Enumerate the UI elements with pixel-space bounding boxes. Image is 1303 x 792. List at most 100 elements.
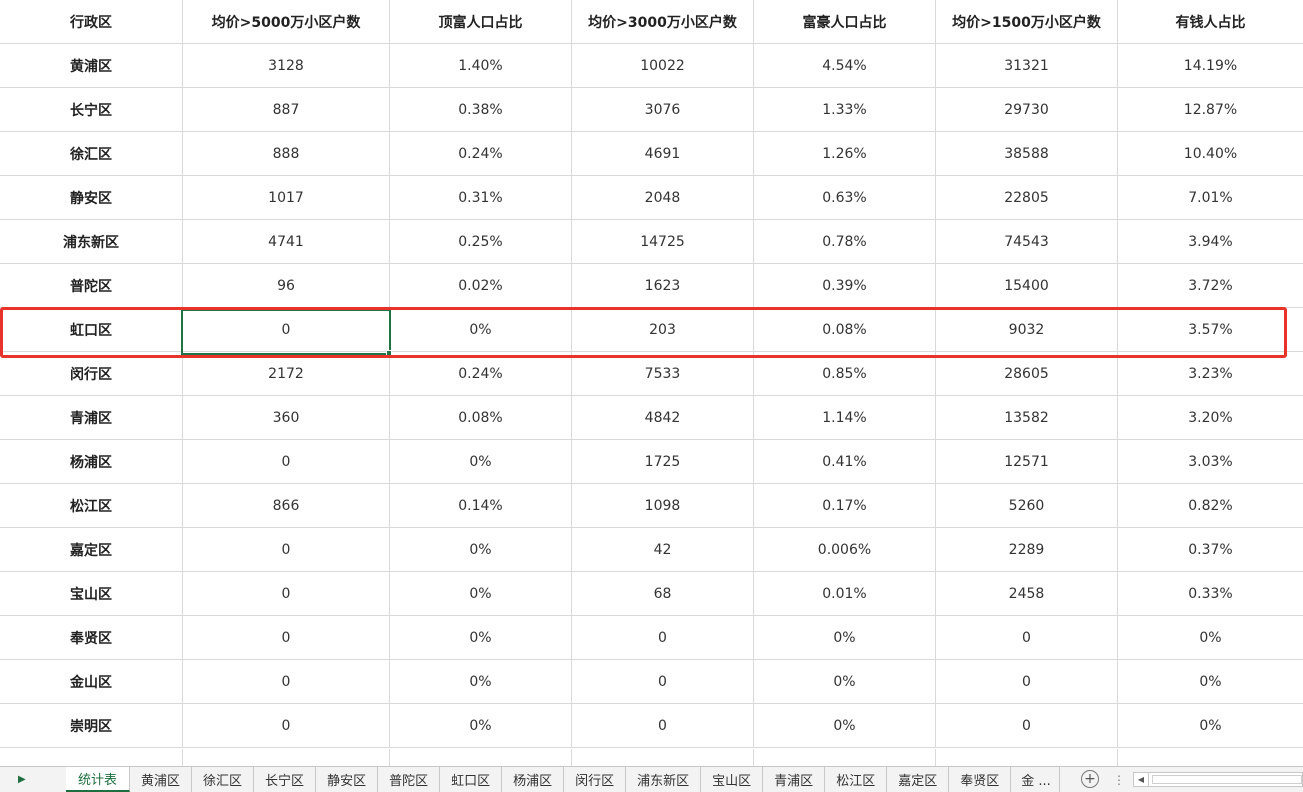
table-cell[interactable]: 0 — [183, 308, 390, 352]
table-cell[interactable]: 5260 — [936, 484, 1118, 528]
sheet-nav-button[interactable]: ▶ — [0, 767, 66, 792]
table-cell[interactable]: 0% — [754, 660, 936, 704]
district-name-cell[interactable]: 黄浦区 — [0, 44, 183, 88]
table-cell[interactable]: 4741 — [183, 220, 390, 264]
table-cell[interactable]: 0 — [572, 660, 754, 704]
sheet-tab[interactable]: 奉贤区 — [949, 767, 1012, 792]
table-cell[interactable]: 3.23% — [1118, 352, 1303, 396]
table-cell[interactable]: 22805 — [936, 176, 1118, 220]
table-cell[interactable]: 29730 — [936, 88, 1118, 132]
table-cell[interactable]: 3076 — [572, 88, 754, 132]
table-cell[interactable]: 0% — [754, 704, 936, 748]
table-cell[interactable]: 0 — [572, 704, 754, 748]
table-cell[interactable]: 3.94% — [1118, 220, 1303, 264]
table-cell[interactable]: 0.39% — [754, 264, 936, 308]
table-cell[interactable]: 0.85% — [754, 352, 936, 396]
table-cell[interactable]: 31321 — [936, 44, 1118, 88]
table-cell[interactable]: 0.38% — [390, 88, 572, 132]
table-cell[interactable]: 1.33% — [754, 88, 936, 132]
table-cell[interactable]: 0 — [572, 616, 754, 660]
table-cell[interactable]: 0% — [390, 308, 572, 352]
column-header[interactable]: 富豪人口占比 — [754, 0, 936, 44]
district-name-cell[interactable]: 金山区 — [0, 660, 183, 704]
table-cell[interactable]: 0.08% — [754, 308, 936, 352]
table-cell[interactable]: 3.57% — [1118, 308, 1303, 352]
table-cell[interactable]: 887 — [183, 88, 390, 132]
district-name-cell[interactable]: 嘉定区 — [0, 528, 183, 572]
table-cell[interactable]: 1.40% — [390, 44, 572, 88]
table-cell[interactable]: 1725 — [572, 440, 754, 484]
table-cell[interactable]: 0.78% — [754, 220, 936, 264]
table-cell[interactable]: 0% — [390, 440, 572, 484]
sheet-tab[interactable]: 徐汇区 — [192, 767, 255, 792]
table-cell[interactable]: 10.40% — [1118, 132, 1303, 176]
table-cell[interactable]: 0.17% — [754, 484, 936, 528]
table-cell[interactable]: 0.31% — [390, 176, 572, 220]
table-cell[interactable]: 0% — [390, 528, 572, 572]
district-name-cell[interactable]: 宝山区 — [0, 572, 183, 616]
table-cell[interactable]: 2172 — [183, 352, 390, 396]
column-header[interactable]: 均价>5000万小区户数 — [183, 0, 390, 44]
table-cell[interactable]: 0.14% — [390, 484, 572, 528]
table-cell[interactable]: 1623 — [572, 264, 754, 308]
sheet-tab[interactable]: 统计表 — [66, 767, 131, 792]
district-name-cell[interactable]: 长宁区 — [0, 88, 183, 132]
table-cell[interactable]: 2458 — [936, 572, 1118, 616]
district-name-cell[interactable]: 松江区 — [0, 484, 183, 528]
table-cell[interactable]: 14.19% — [1118, 44, 1303, 88]
table-cell[interactable]: 0 — [183, 704, 390, 748]
sheet-tab[interactable]: 黄浦区 — [130, 767, 193, 792]
district-name-cell[interactable]: 杨浦区 — [0, 440, 183, 484]
table-cell[interactable]: 0.24% — [390, 132, 572, 176]
table-cell[interactable]: 866 — [183, 484, 390, 528]
table-cell[interactable]: 0.08% — [390, 396, 572, 440]
table-cell[interactable]: 7.01% — [1118, 176, 1303, 220]
table-cell[interactable]: 0.24% — [390, 352, 572, 396]
table-cell[interactable]: 0% — [1118, 616, 1303, 660]
district-name-cell[interactable]: 青浦区 — [0, 396, 183, 440]
column-header[interactable]: 顶富人口占比 — [390, 0, 572, 44]
table-cell[interactable]: 0% — [1118, 704, 1303, 748]
table-cell[interactable]: 0.01% — [754, 572, 936, 616]
table-cell[interactable]: 13582 — [936, 396, 1118, 440]
sheet-tab[interactable]: 宝山区 — [701, 767, 764, 792]
table-cell[interactable]: 12571 — [936, 440, 1118, 484]
table-cell[interactable]: 0 — [183, 440, 390, 484]
table-cell[interactable]: 888 — [183, 132, 390, 176]
table-cell[interactable]: 4.54% — [754, 44, 936, 88]
table-cell[interactable]: 68 — [572, 572, 754, 616]
table-cell[interactable]: 28605 — [936, 352, 1118, 396]
table-cell[interactable]: 0% — [390, 704, 572, 748]
sheet-tab[interactable]: 金 ... — [1011, 767, 1060, 792]
scrollbar-thumb[interactable] — [1152, 775, 1302, 784]
sheet-tab[interactable]: 松江区 — [825, 767, 888, 792]
table-cell[interactable]: 14725 — [572, 220, 754, 264]
table-cell[interactable]: 0 — [183, 616, 390, 660]
table-cell[interactable]: 0.02% — [390, 264, 572, 308]
more-vertical-icon[interactable]: ⋮ — [1113, 771, 1125, 789]
sheet-tab[interactable]: 静安区 — [316, 767, 379, 792]
table-cell[interactable]: 0.41% — [754, 440, 936, 484]
table-cell[interactable]: 0% — [390, 616, 572, 660]
triangle-left-icon[interactable]: ◀ — [1134, 773, 1149, 786]
table-cell[interactable]: 0.37% — [1118, 528, 1303, 572]
sheet-tab[interactable]: 青浦区 — [763, 767, 826, 792]
district-name-cell[interactable]: 普陀区 — [0, 264, 183, 308]
table-cell[interactable]: 42 — [572, 528, 754, 572]
column-header[interactable]: 行政区 — [0, 0, 183, 44]
table-cell[interactable]: 1098 — [572, 484, 754, 528]
table-cell[interactable]: 0% — [1118, 660, 1303, 704]
table-cell[interactable]: 1.14% — [754, 396, 936, 440]
table-cell[interactable]: 3128 — [183, 44, 390, 88]
table-cell[interactable]: 3.03% — [1118, 440, 1303, 484]
table-cell[interactable]: 15400 — [936, 264, 1118, 308]
sheet-tab[interactable]: 普陀区 — [378, 767, 441, 792]
fill-handle[interactable] — [386, 350, 392, 356]
sheet-tab[interactable]: 闵行区 — [564, 767, 627, 792]
plus-circle-icon[interactable]: + — [1081, 770, 1099, 788]
sheet-tab[interactable]: 长宁区 — [254, 767, 317, 792]
sheet-tab[interactable]: 虹口区 — [440, 767, 503, 792]
table-cell[interactable]: 0 — [183, 528, 390, 572]
district-name-cell[interactable]: 浦东新区 — [0, 220, 183, 264]
column-header[interactable]: 均价>1500万小区户数 — [936, 0, 1118, 44]
